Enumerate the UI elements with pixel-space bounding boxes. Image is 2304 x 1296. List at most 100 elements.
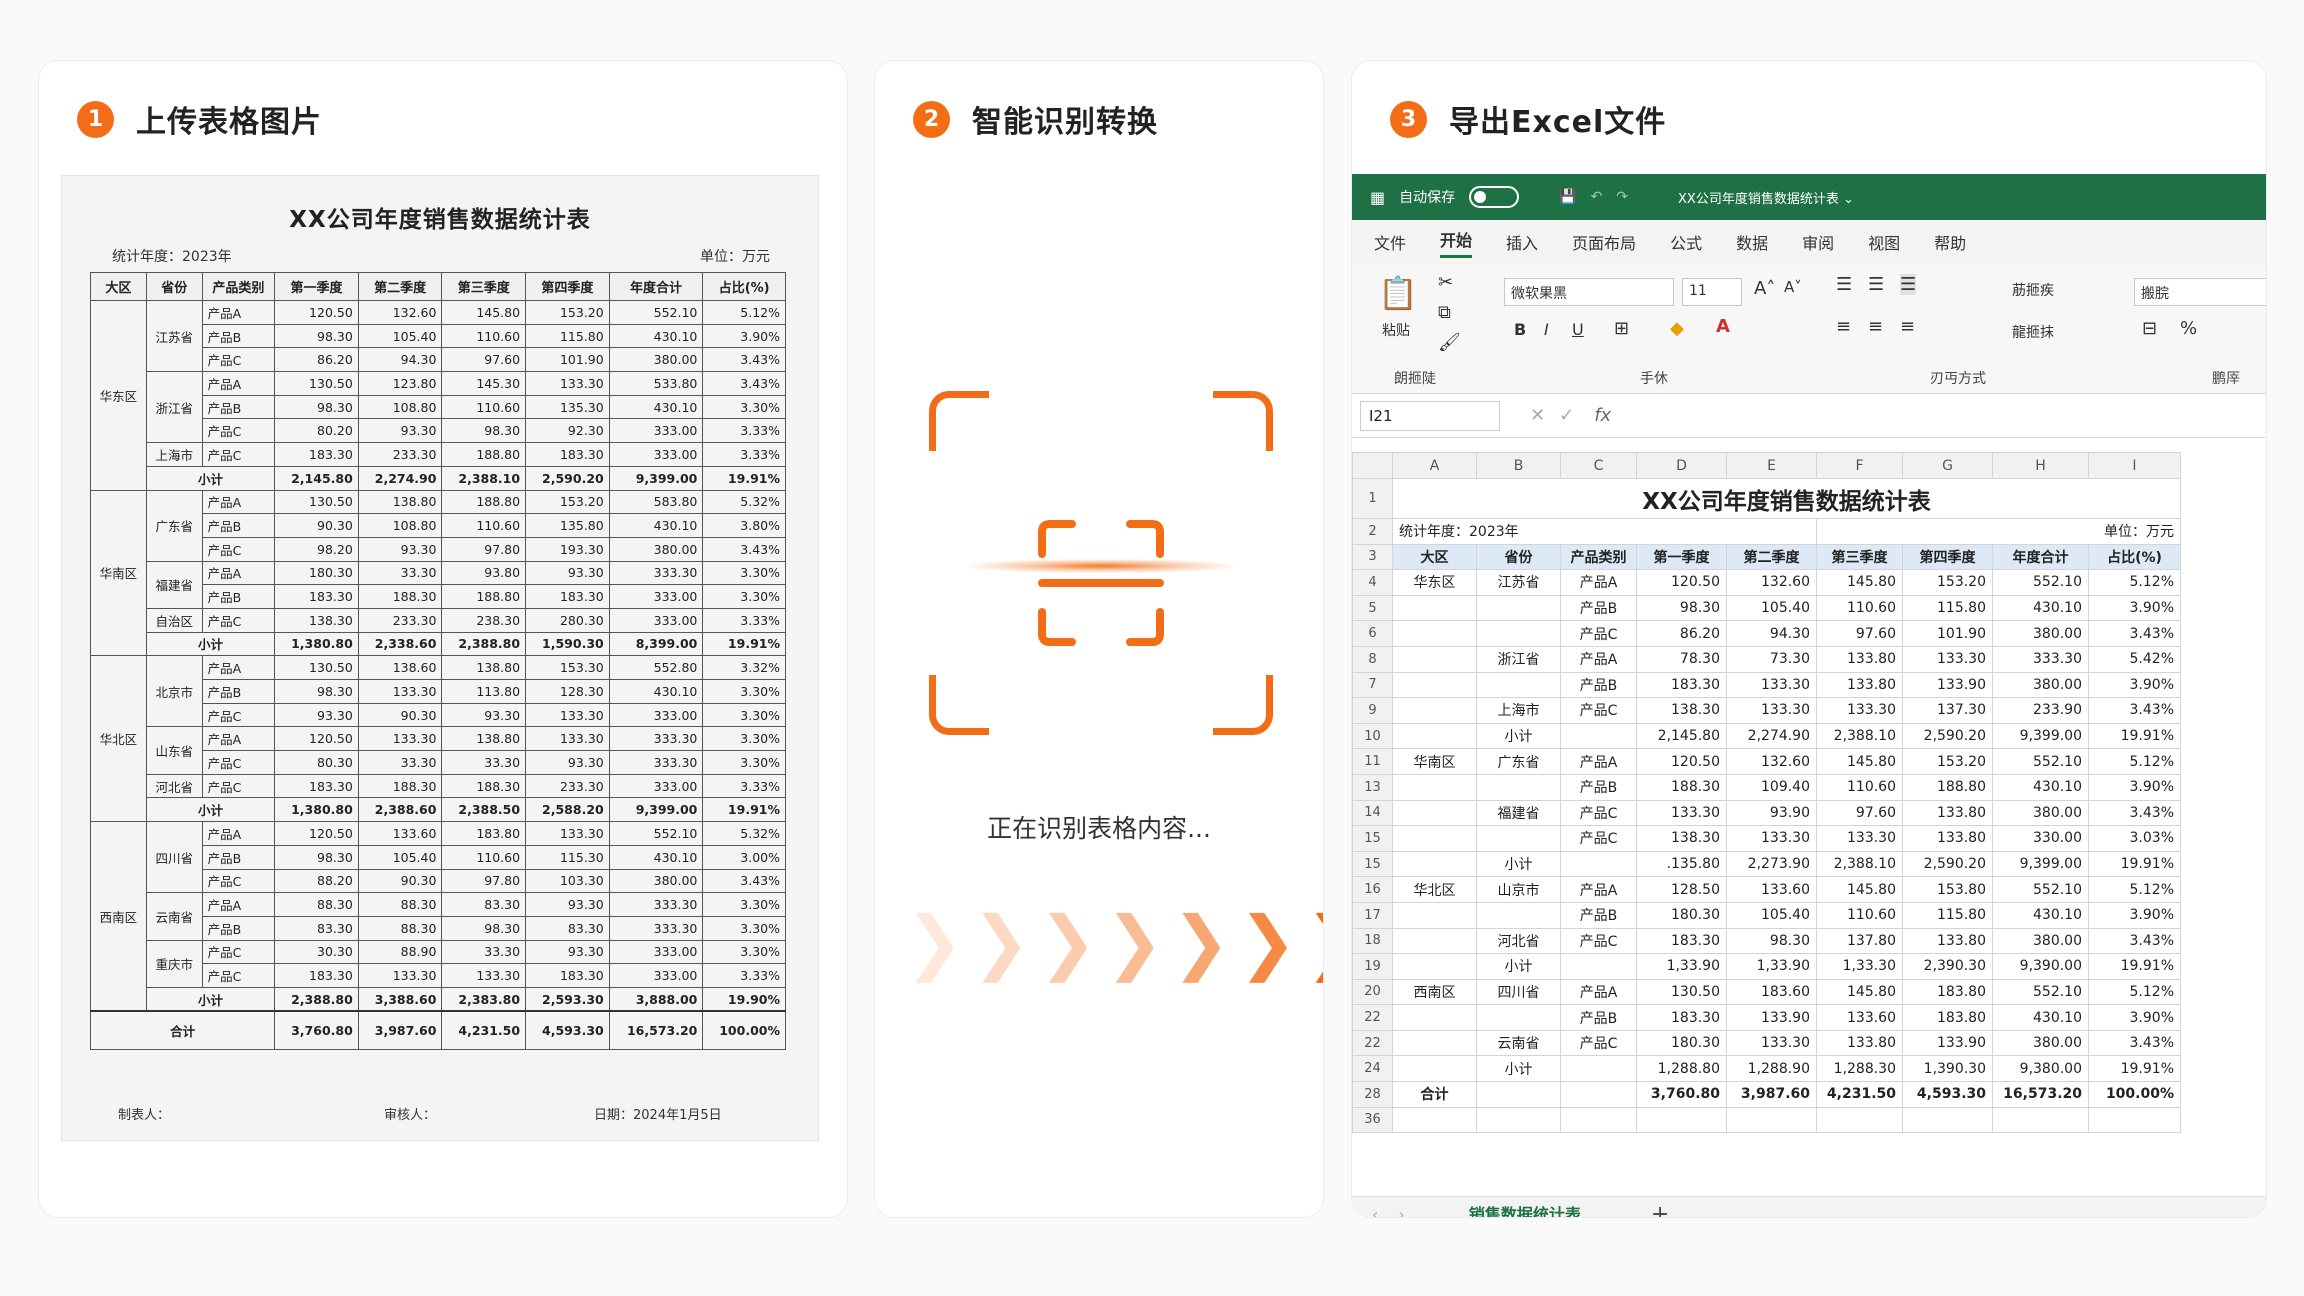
cell[interactable]: 3.43% <box>2088 1029 2181 1057</box>
cell[interactable]: 183.30 <box>1636 927 1727 955</box>
row-number[interactable]: 18 <box>1352 927 1393 955</box>
cell[interactable]: 四川省 <box>1476 978 1561 1006</box>
cell[interactable]: 山京市 <box>1476 876 1561 903</box>
cell[interactable]: 3,760.80 <box>1636 1081 1727 1108</box>
cell[interactable]: 3.90% <box>2088 1004 2181 1031</box>
cell[interactable]: 145.80 <box>1816 748 1903 775</box>
cell[interactable]: 9,399.00 <box>1992 722 2089 750</box>
tab-4[interactable]: 公式 <box>1670 230 1702 254</box>
fill-color-icon[interactable]: ◆ <box>1670 318 1684 339</box>
cell[interactable]: 福建省 <box>1476 799 1561 827</box>
cell[interactable]: 19.91% <box>2088 850 2181 878</box>
cell[interactable] <box>1560 953 1637 980</box>
cell[interactable] <box>1392 722 1477 750</box>
cell[interactable]: 西南区 <box>1392 978 1477 1006</box>
sheet-title-cell[interactable]: XX公司年度销售数据统计表 <box>1392 478 2181 519</box>
cell[interactable]: 430.10 <box>1992 901 2089 929</box>
cell[interactable]: 137.30 <box>1902 697 1993 724</box>
cell[interactable]: 105.40 <box>1726 901 1817 929</box>
next-sheet-icon[interactable]: › <box>1398 1205 1404 1217</box>
row-number[interactable]: 36 <box>1352 1106 1393 1134</box>
cell[interactable] <box>1392 697 1477 724</box>
cell[interactable]: 合计 <box>1392 1081 1477 1108</box>
cell[interactable]: 101.90 <box>1902 620 1993 647</box>
cell[interactable]: 2,388.10 <box>1816 850 1903 878</box>
cell[interactable]: 1,33.30 <box>1816 953 1903 980</box>
align-middle-icon[interactable]: ☰ <box>1868 274 1884 295</box>
cell[interactable]: 3.90% <box>2088 671 2181 699</box>
cell[interactable] <box>1392 953 1477 980</box>
cell[interactable]: 1,33.90 <box>1726 953 1817 980</box>
cell[interactable]: 153.20 <box>1902 748 1993 775</box>
cell[interactable]: 133.30 <box>1816 697 1903 724</box>
cell[interactable]: 华东区 <box>1392 569 1477 596</box>
cell[interactable] <box>1392 620 1477 647</box>
cell[interactable]: 小计 <box>1476 953 1561 980</box>
redo-icon[interactable]: ↷ <box>1616 189 1628 205</box>
column-letter[interactable]: C <box>1560 452 1637 479</box>
cell[interactable]: 1,33.90 <box>1636 953 1727 980</box>
row-number[interactable]: 8 <box>1352 645 1393 673</box>
tab-0[interactable]: 文件 <box>1374 230 1406 254</box>
row-number[interactable]: 19 <box>1352 953 1393 980</box>
cell[interactable]: 3.43% <box>2088 927 2181 955</box>
cell[interactable] <box>1476 1004 1561 1031</box>
row-number[interactable]: 1 <box>1352 478 1393 519</box>
row-number[interactable]: 22 <box>1352 1029 1393 1057</box>
cell[interactable] <box>1476 620 1561 647</box>
cell[interactable] <box>1392 901 1477 929</box>
header-cell[interactable]: 大区 <box>1392 543 1477 571</box>
percent-icon[interactable]: % <box>2180 318 2197 339</box>
cell[interactable] <box>1392 645 1477 673</box>
cell[interactable]: 3.43% <box>2088 620 2181 647</box>
cell[interactable]: 133.80 <box>1816 1029 1903 1057</box>
cell[interactable]: 330.00 <box>1992 825 2089 852</box>
cell[interactable]: 380.00 <box>1992 671 2089 699</box>
name-box[interactable]: I21 <box>1360 400 1500 431</box>
header-cell[interactable]: 产品类别 <box>1560 543 1637 571</box>
row-number[interactable]: 24 <box>1352 1055 1393 1083</box>
cell[interactable]: 4,231.50 <box>1816 1081 1903 1108</box>
currency-icon[interactable]: ⊟ <box>2142 318 2157 339</box>
row-number[interactable]: 15 <box>1352 825 1393 852</box>
column-letter[interactable]: E <box>1726 452 1817 479</box>
cell[interactable] <box>1476 1081 1561 1108</box>
column-letter[interactable]: I <box>2088 452 2181 479</box>
cell[interactable]: 小计 <box>1476 722 1561 750</box>
tab-1[interactable]: 开始 <box>1440 227 1473 258</box>
header-cell[interactable]: 第四季度 <box>1902 543 1993 571</box>
row-number[interactable]: 5 <box>1352 594 1393 622</box>
cell[interactable]: 94.30 <box>1726 620 1817 647</box>
cell[interactable]: 2,590.20 <box>1902 722 1993 750</box>
cell[interactable]: 233.90 <box>1992 697 2089 724</box>
cell[interactable] <box>1560 1081 1637 1108</box>
cell[interactable]: 3.43% <box>2088 799 2181 827</box>
cell[interactable]: 产品A <box>1560 748 1637 775</box>
cell[interactable]: 132.60 <box>1726 569 1817 596</box>
cell[interactable]: 2,388.10 <box>1816 722 1903 750</box>
cell[interactable]: 133.60 <box>1726 876 1817 903</box>
row-number[interactable]: 4 <box>1352 569 1393 596</box>
cell[interactable]: 78.30 <box>1636 645 1727 673</box>
cell[interactable]: 380.00 <box>1992 927 2089 955</box>
row-number[interactable]: 10 <box>1352 722 1393 750</box>
cell[interactable]: 138.30 <box>1636 825 1727 852</box>
row-number[interactable]: 15 <box>1352 850 1393 878</box>
cell[interactable]: 5.12% <box>2088 978 2181 1006</box>
cell[interactable]: 2,390.30 <box>1902 953 1993 980</box>
cut-icon[interactable]: ✂ <box>1438 272 1453 293</box>
column-letter[interactable]: G <box>1902 452 1993 479</box>
cell[interactable]: 产品C <box>1560 1029 1637 1057</box>
cell[interactable]: 19.91% <box>2088 953 2181 980</box>
cell[interactable]: 183.30 <box>1636 1004 1727 1031</box>
cell[interactable]: 产品B <box>1560 901 1637 929</box>
cell[interactable]: 3,987.60 <box>1726 1081 1817 1108</box>
cell[interactable] <box>1392 594 1477 622</box>
row-number[interactable]: 28 <box>1352 1081 1393 1108</box>
sheet-tab[interactable]: 销售数据统计表 <box>1455 1197 1595 1217</box>
cell[interactable] <box>1392 927 1477 955</box>
cell[interactable] <box>1392 1055 1477 1083</box>
cell[interactable] <box>1636 1106 1727 1134</box>
cell[interactable]: 5.12% <box>2088 569 2181 596</box>
cell[interactable] <box>1476 773 1561 801</box>
